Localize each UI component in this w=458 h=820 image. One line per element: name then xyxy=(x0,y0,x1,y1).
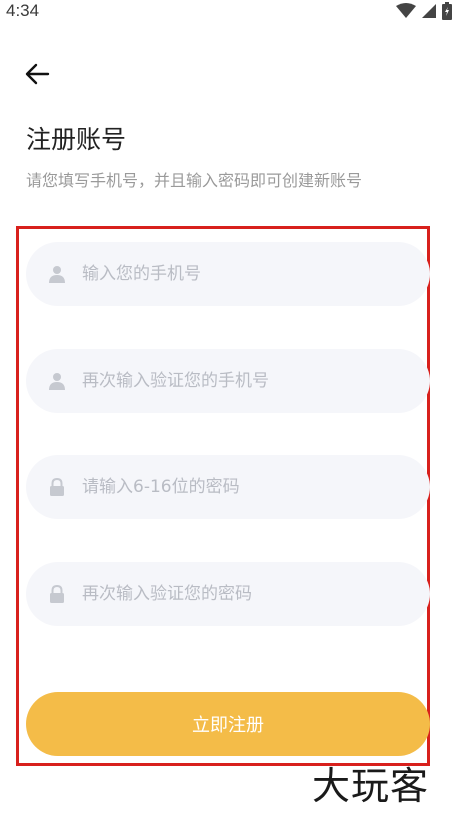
password-confirm-field[interactable] xyxy=(26,562,430,626)
status-icons xyxy=(396,2,452,24)
phone-confirm-input[interactable] xyxy=(80,370,404,392)
status-time: 4:34 xyxy=(6,1,40,20)
arrow-left-icon xyxy=(22,63,54,94)
page-subtitle: 请您填写手机号，并且输入密码即可创建新账号 xyxy=(26,171,363,190)
register-button[interactable]: 立即注册 xyxy=(26,692,430,756)
status-bar: 4:34 xyxy=(0,0,458,26)
watermark-logo: 大玩客 xyxy=(312,764,430,808)
password-field[interactable] xyxy=(26,455,430,519)
lock-icon xyxy=(48,478,66,496)
signal-icon xyxy=(422,3,436,23)
back-button[interactable] xyxy=(22,58,54,90)
battery-icon xyxy=(442,2,452,24)
password-input[interactable] xyxy=(80,476,404,498)
phone-field[interactable] xyxy=(26,242,430,306)
password-confirm-input[interactable] xyxy=(80,583,404,605)
lock-icon xyxy=(48,585,66,603)
wifi-icon xyxy=(396,3,416,23)
user-icon xyxy=(48,265,66,283)
page-title: 注册账号 xyxy=(26,125,127,154)
phone-input[interactable] xyxy=(80,263,404,285)
phone-confirm-field[interactable] xyxy=(26,349,430,413)
user-icon xyxy=(48,372,66,390)
